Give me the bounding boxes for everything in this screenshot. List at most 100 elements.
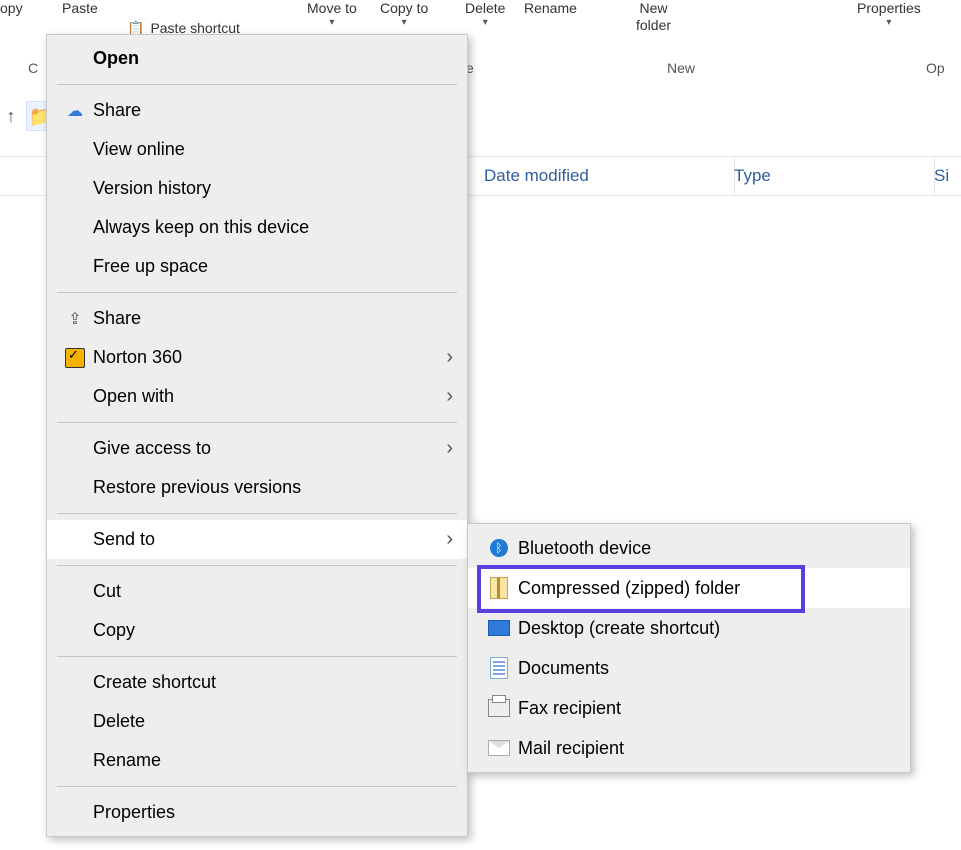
ribbon-new-folder[interactable]: New folder <box>636 0 671 34</box>
chevron-down-icon: ▾ <box>402 17 407 29</box>
menu-give-access-to-label: Give access to <box>93 438 446 459</box>
chevron-right-icon: › <box>446 437 453 460</box>
ribbon-new-folder-label: New folder <box>636 0 671 34</box>
menu-properties-label: Properties <box>93 802 453 823</box>
ribbon-paste-label: Paste <box>62 0 98 17</box>
menu-always-keep-label: Always keep on this device <box>93 217 453 238</box>
ribbon-delete-label: Delete <box>465 0 505 17</box>
menu-share-onedrive[interactable]: ☁ Share <box>47 91 467 130</box>
menu-rename[interactable]: Rename <box>47 741 467 780</box>
ribbon-properties[interactable]: Properties ▾ <box>857 0 921 29</box>
ribbon-copy-to-label: Copy to <box>380 0 428 17</box>
menu-cut-label: Cut <box>93 581 453 602</box>
menu-send-to-label: Send to <box>93 529 446 550</box>
menu-create-shortcut[interactable]: Create shortcut <box>47 663 467 702</box>
menu-always-keep[interactable]: Always keep on this device <box>47 208 467 247</box>
menu-separator <box>57 84 457 85</box>
menu-free-up-space-label: Free up space <box>93 256 453 277</box>
menu-view-online-label: View online <box>93 139 453 160</box>
submenu-desktop-shortcut-label: Desktop (create shortcut) <box>518 618 720 639</box>
menu-delete[interactable]: Delete <box>47 702 467 741</box>
submenu-mail-label: Mail recipient <box>518 738 624 759</box>
ribbon-group-clipboard: C <box>28 60 38 76</box>
menu-share-onedrive-label: Share <box>93 100 453 121</box>
submenu-fax[interactable]: Fax recipient <box>468 688 910 728</box>
submenu-mail[interactable]: Mail recipient <box>468 728 910 768</box>
menu-share-label: Share <box>93 308 453 329</box>
submenu-documents-label: Documents <box>518 658 609 679</box>
menu-properties[interactable]: Properties <box>47 793 467 832</box>
mail-icon <box>480 740 518 756</box>
submenu-documents[interactable]: Documents <box>468 648 910 688</box>
send-to-submenu: ᛒ Bluetooth device Compressed (zipped) f… <box>467 523 911 773</box>
document-icon <box>480 657 518 679</box>
menu-separator <box>57 513 457 514</box>
ribbon-paste[interactable]: Paste <box>62 0 98 17</box>
ribbon-properties-label: Properties <box>857 0 921 17</box>
menu-open-with[interactable]: Open with › <box>47 377 467 416</box>
ribbon-rename[interactable]: Rename <box>524 0 577 17</box>
column-size-label: Si <box>934 166 949 186</box>
chevron-right-icon: › <box>446 346 453 369</box>
desktop-icon <box>480 620 518 636</box>
menu-open-with-label: Open with <box>93 386 446 407</box>
ribbon-group-new: New <box>667 60 695 76</box>
menu-separator <box>57 656 457 657</box>
menu-rename-label: Rename <box>93 750 453 771</box>
column-date-modified[interactable]: Date modified <box>470 157 735 195</box>
chevron-right-icon: › <box>446 385 453 408</box>
menu-restore-previous-label: Restore previous versions <box>93 477 453 498</box>
menu-open[interactable]: Open <box>47 39 467 78</box>
bluetooth-icon: ᛒ <box>480 539 518 557</box>
menu-separator <box>57 422 457 423</box>
ribbon-rename-label: Rename <box>524 0 577 17</box>
ribbon-copy[interactable]: opy <box>0 0 23 17</box>
context-menu: Open ☁ Share View online Version history… <box>46 34 468 837</box>
menu-separator <box>57 786 457 787</box>
submenu-bluetooth[interactable]: ᛒ Bluetooth device <box>468 528 910 568</box>
menu-open-label: Open <box>93 48 453 69</box>
ribbon-copy-to[interactable]: Copy to ▾ <box>380 0 428 29</box>
ribbon-group-open: Op <box>926 60 945 76</box>
menu-norton[interactable]: Norton 360 › <box>47 338 467 377</box>
column-size[interactable]: Si <box>920 157 961 195</box>
zip-icon <box>480 577 518 599</box>
menu-cut[interactable]: Cut <box>47 572 467 611</box>
cloud-icon: ☁ <box>57 101 93 121</box>
chevron-down-icon: ▾ <box>483 17 488 29</box>
menu-share[interactable]: ⇪ Share <box>47 299 467 338</box>
menu-give-access-to[interactable]: Give access to › <box>47 429 467 468</box>
ribbon-copy-label: opy <box>0 0 23 17</box>
norton-icon <box>57 348 93 368</box>
menu-restore-previous[interactable]: Restore previous versions <box>47 468 467 507</box>
share-icon: ⇪ <box>57 309 93 329</box>
menu-free-up-space[interactable]: Free up space <box>47 247 467 286</box>
menu-version-history-label: Version history <box>93 178 453 199</box>
menu-delete-label: Delete <box>93 711 453 732</box>
chevron-down-icon: ▾ <box>886 17 891 29</box>
submenu-desktop-shortcut[interactable]: Desktop (create shortcut) <box>468 608 910 648</box>
menu-copy-label: Copy <box>93 620 453 641</box>
submenu-fax-label: Fax recipient <box>518 698 621 719</box>
column-date-modified-label: Date modified <box>484 166 589 186</box>
chevron-down-icon: ▾ <box>329 17 334 29</box>
chevron-right-icon: › <box>446 528 453 551</box>
menu-separator <box>57 292 457 293</box>
ribbon-delete[interactable]: Delete ▾ <box>465 0 505 29</box>
fax-icon <box>480 699 518 717</box>
menu-send-to[interactable]: Send to › <box>47 520 467 559</box>
menu-separator <box>57 565 457 566</box>
menu-norton-label: Norton 360 <box>93 347 446 368</box>
ribbon-move-to[interactable]: Move to ▾ <box>307 0 357 29</box>
menu-create-shortcut-label: Create shortcut <box>93 672 453 693</box>
menu-view-online[interactable]: View online <box>47 130 467 169</box>
menu-copy[interactable]: Copy <box>47 611 467 650</box>
menu-version-history[interactable]: Version history <box>47 169 467 208</box>
column-type-label: Type <box>734 166 771 186</box>
ribbon-move-to-label: Move to <box>307 0 357 17</box>
column-type[interactable]: Type <box>720 157 935 195</box>
submenu-compressed-label: Compressed (zipped) folder <box>518 578 740 599</box>
submenu-compressed[interactable]: Compressed (zipped) folder <box>468 568 910 608</box>
up-arrow-icon[interactable]: ↑ <box>2 106 20 127</box>
submenu-bluetooth-label: Bluetooth device <box>518 538 651 559</box>
